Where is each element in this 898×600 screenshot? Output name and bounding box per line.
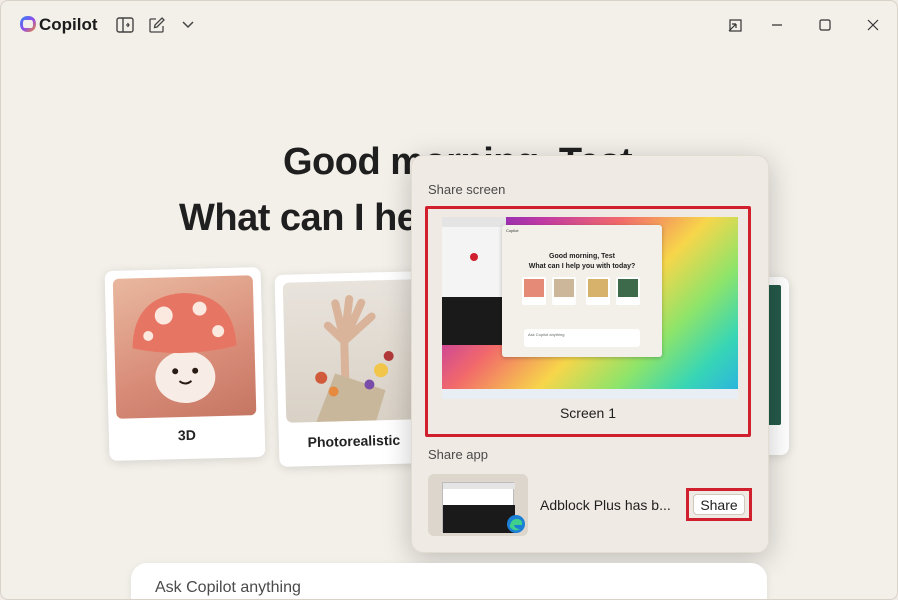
copilot-window: Copilot Good morning, Test What can I he… [0, 0, 898, 600]
preview-copilot-window: Copilot Good morning, Test What can I he… [502, 225, 662, 357]
share-highlight: Share [686, 488, 752, 521]
screen-1-label: Screen 1 [559, 405, 617, 421]
edge-icon [507, 515, 525, 533]
screen-1-option[interactable]: Copilot Good morning, Test What can I he… [425, 206, 751, 437]
preview-greeting-2: What can I help you with today? [528, 263, 636, 270]
card-image-partial [767, 285, 781, 425]
chevron-down-icon[interactable] [178, 15, 198, 35]
preview-greeting-1: Good morning, Test [549, 253, 615, 260]
title-bar: Copilot [1, 1, 897, 49]
app-thumbnail[interactable] [428, 474, 528, 536]
app-name: Adblock Plus has b... [540, 497, 671, 513]
screen-preview-thumbnail: Copilot Good morning, Test What can I he… [442, 217, 738, 399]
card-label-photorealistic: Photorealistic [307, 431, 401, 451]
close-icon[interactable] [861, 13, 885, 37]
pin-icon[interactable] [723, 13, 747, 37]
card-image-3d [112, 275, 257, 419]
suggestion-card-photorealistic[interactable]: Photorealistic [274, 271, 430, 467]
app-title: Copilot [39, 15, 98, 34]
new-chat-icon[interactable] [147, 15, 167, 35]
preview-ask-text: Ask Copilot anything [528, 332, 565, 337]
preview-window-title: Copilot [506, 228, 519, 233]
minimize-icon[interactable] [765, 13, 789, 37]
ask-input[interactable] [155, 577, 735, 599]
sidebar-toggle-icon[interactable] [115, 15, 135, 35]
suggestion-card-3d[interactable]: 3D [104, 266, 266, 462]
ask-box [131, 563, 767, 599]
share-popup: Share screen Copilot Good morning, Test … [411, 155, 769, 553]
preview-taskbar [442, 389, 738, 399]
maximize-icon[interactable] [813, 13, 837, 37]
card-image-photorealistic [282, 279, 421, 423]
app-thumb-window [442, 482, 515, 533]
card-label-3d: 3D [177, 426, 197, 444]
share-screen-title: Share screen [428, 182, 506, 197]
share-button[interactable]: Share [693, 494, 745, 515]
share-app-title: Share app [428, 447, 488, 462]
preview-browser-window [442, 217, 506, 345]
copilot-logo-icon [20, 16, 36, 32]
